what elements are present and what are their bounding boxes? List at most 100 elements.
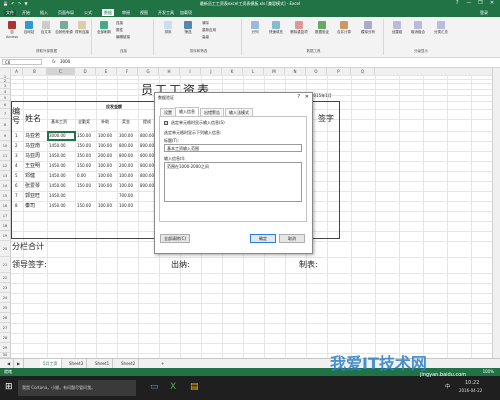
dialog-help-icon[interactable]: ? [297,94,300,100]
tab-insert[interactable]: 插入 [40,10,48,16]
row-header[interactable]: 21 [0,257,10,273]
sort-button[interactable]: 排序 [160,21,176,35]
folder-taskbar-icon[interactable]: ▤ [190,382,199,392]
salary-cell[interactable]: 0.00 [77,173,86,178]
column-header-j[interactable]: J [201,68,222,75]
help-icon[interactable]: ? [452,0,462,6]
refresh-all-button[interactable]: 全部刷新 [96,21,112,35]
tab-addins[interactable]: 加载项 [180,10,192,16]
restore-icon[interactable]: ❐ [475,0,485,6]
ok-button[interactable]: 确定 [250,234,276,243]
select-all-corner[interactable] [0,68,11,75]
row-header[interactable]: 28 [0,333,10,343]
from-text-button[interactable]: 自文本 [38,21,54,35]
sheet-tab-sheet2[interactable]: Sheet2 [118,359,140,368]
column-header-k[interactable]: K [222,68,243,75]
row-header[interactable]: 9 [0,131,10,141]
from-other-sources-button[interactable]: 自其他来源 [55,21,73,35]
row-header[interactable]: 22 [0,273,10,283]
ungroup-button[interactable]: 取消组合 [408,21,428,35]
row-header[interactable]: 23 [0,283,10,293]
dialog-close-icon[interactable]: ✕ [305,94,309,100]
add-sheet-button[interactable]: + [158,359,167,368]
tab-review[interactable]: 审阅 [122,10,130,16]
from-web-button[interactable]: 自网站 [21,21,37,35]
tab-formulas[interactable]: 公式 [84,10,92,16]
tab-page-layout[interactable]: 页面布局 [58,10,74,16]
salary-cell[interactable]: 700.00 [119,193,133,198]
connections-button[interactable]: 连接 [116,21,123,26]
vertical-scrollbar[interactable] [492,68,500,358]
column-header-b[interactable]: B [23,68,47,75]
from-access-button[interactable]: 自 Access [4,21,20,39]
row-header[interactable]: 14 [0,181,10,191]
row-header[interactable]: 7 [0,109,10,119]
clear-all-button[interactable]: 全部清除(C) [160,234,190,243]
clear-button[interactable]: 清除 [202,21,209,26]
salary-cell[interactable]: 100.00 [119,203,133,208]
salary-cell[interactable]: 150.00 [77,163,91,168]
salary-cell[interactable]: 800.00 [140,183,154,188]
salary-cell[interactable]: 1450.00 [49,153,66,158]
sheet-tab-sheet1[interactable]: Sheet1 [92,359,114,368]
text-to-columns-button[interactable]: 分列 [246,21,264,35]
tab-error-alert[interactable]: 出错警告 [200,108,224,116]
row-header[interactable]: 6 [0,101,10,109]
fx-icon[interactable]: fx [52,59,56,64]
salary-cell[interactable]: 800.00 [140,143,154,148]
advanced-button[interactable]: 高级 [202,35,209,40]
salary-cell[interactable]: 100.00 [98,203,112,208]
clock-date[interactable]: 2016-04-22 [459,388,482,393]
row-header[interactable]: 11 [0,151,10,161]
what-if-analysis-button[interactable]: 模拟分析 [356,21,380,35]
salary-cell[interactable]: 800.00 [119,143,133,148]
salary-cell[interactable]: 800.00 [119,153,133,158]
show-input-message-checkbox[interactable]: ✓ [164,121,168,125]
column-header-n[interactable]: N [285,68,306,75]
reapply-button[interactable]: 重新应用 [202,28,216,33]
name-box[interactable]: C6 [2,59,42,65]
column-header-h[interactable]: H [159,68,180,75]
cancel-button[interactable]: 取消 [279,234,305,243]
salary-cell[interactable]: 200.00 [98,153,112,158]
row-header[interactable]: 19 [0,231,10,241]
tab-input-message[interactable]: 输入信息 [175,107,199,116]
tab-developer[interactable]: 开发工具 [158,10,174,16]
row-header[interactable]: 24 [0,293,10,303]
task-view-icon[interactable]: ▭ [150,382,159,392]
column-header-p[interactable]: P [327,68,351,75]
salary-cell[interactable]: 800.00 [140,153,154,158]
column-header-o[interactable]: O [306,68,327,75]
row-header[interactable]: 12 [0,161,10,171]
salary-cell[interactable]: 100.00 [119,183,133,188]
group-button[interactable]: 创建组 [388,21,406,35]
account-link[interactable]: 登录 [480,10,488,16]
remove-duplicates-button[interactable]: 删除重复项 [288,21,310,35]
column-header-m[interactable]: M [264,68,285,75]
row-header[interactable]: 10 [0,141,10,151]
cortana-search-box[interactable]: 我是 Cortana，小娜。有问题尽管问我。 [18,380,136,396]
row-header[interactable]: 20 [0,241,10,257]
message-field[interactable]: 范围在1000-2000之间 [164,162,302,202]
sheet-nav-prev-icon[interactable]: ◀ [4,359,15,368]
salary-cell[interactable]: 150.00 [77,183,91,188]
row-header[interactable]: 15 [0,191,10,201]
row-header[interactable]: 26 [0,313,10,323]
row-header[interactable]: 25 [0,303,10,313]
title-field[interactable]: 基本工资输入范围 [164,144,302,152]
formula-input[interactable]: 3000 [60,59,490,65]
salary-cell[interactable]: 300.00 [119,133,133,138]
salary-cell[interactable]: 100.00 [98,163,112,168]
row-header[interactable]: 29 [0,343,10,353]
column-header-a[interactable]: A [11,68,23,75]
salary-cell[interactable]: 200.00 [119,163,133,168]
sheet-tab-sheet3[interactable]: Sheet3 [66,359,88,368]
salary-cell[interactable]: 100.00 [98,133,112,138]
sheet-nav-next-icon[interactable]: ▶ [14,359,25,368]
tab-ime-mode[interactable]: 输入法模式 [225,108,253,116]
tab-file[interactable]: 文件 [4,10,16,16]
windows-start-icon[interactable]: ⊞ [5,382,13,392]
row-header[interactable]: 16 [0,201,10,211]
salary-cell[interactable]: 800.00 [140,133,154,138]
minimize-icon[interactable]: — [464,0,474,6]
